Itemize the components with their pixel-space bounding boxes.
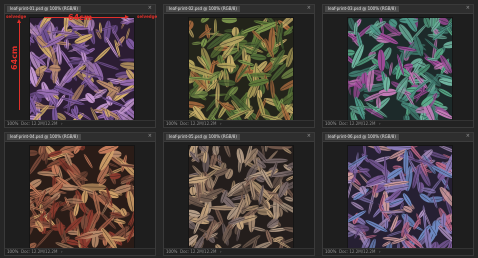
document-window-5[interactable]: leaf-print-05.psd @ 100% (RGB/8) × 100% … <box>163 132 315 256</box>
pattern-canvas-3[interactable] <box>347 17 453 123</box>
document-tab-3[interactable]: leaf-print-03.psd @ 100% (RGB/8) <box>325 6 399 12</box>
status-menu-icon[interactable]: › <box>220 249 222 255</box>
status-bar: 100% Doc: 12.2M/12.2M › <box>5 120 155 127</box>
document-window-1[interactable]: leaf-print-01.psd @ 100% (RGB/8) × 100% … <box>4 4 156 128</box>
zoom-level[interactable]: 100% <box>7 121 18 127</box>
zoom-level[interactable]: 100% <box>325 121 336 127</box>
document-info: Doc: 12.2M/12.2M <box>180 249 217 254</box>
document-info: Doc: 12.2M/12.2M <box>180 121 217 126</box>
tab-bar: leaf-print-03.psd @ 100% (RGB/8) × <box>323 5 473 14</box>
document-tab-6[interactable]: leaf-print-06.psd @ 100% (RGB/8) <box>325 134 399 140</box>
document-tab-1[interactable]: leaf-print-01.psd @ 100% (RGB/8) <box>7 6 81 12</box>
close-icon[interactable]: × <box>148 5 152 12</box>
pattern-canvas-5[interactable] <box>188 145 294 251</box>
document-info: Doc: 12.2M/12.2M <box>21 249 58 254</box>
leaf-pattern-image <box>30 18 134 122</box>
tab-bar: leaf-print-04.psd @ 100% (RGB/8) × <box>5 133 155 142</box>
leaf-pattern-image <box>348 18 452 122</box>
status-bar: 100% Doc: 12.2M/12.2M › <box>323 120 473 127</box>
document-window-4[interactable]: leaf-print-04.psd @ 100% (RGB/8) × 100% … <box>4 132 156 256</box>
pattern-canvas-1[interactable] <box>29 17 135 123</box>
document-tab-4[interactable]: leaf-print-04.psd @ 100% (RGB/8) <box>7 134 81 140</box>
zoom-level[interactable]: 100% <box>166 249 177 255</box>
status-menu-icon[interactable]: › <box>61 249 63 255</box>
pattern-canvas-4[interactable] <box>29 145 135 251</box>
height-arrow <box>17 19 21 110</box>
leaf-pattern-image <box>348 146 452 250</box>
tab-bar: leaf-print-05.psd @ 100% (RGB/8) × <box>164 133 314 142</box>
tab-bar: leaf-print-06.psd @ 100% (RGB/8) × <box>323 133 473 142</box>
close-icon[interactable]: × <box>307 5 311 12</box>
status-bar: 100% Doc: 12.2M/12.2M › <box>164 248 314 255</box>
width-dimension-label: 64cm <box>68 13 93 22</box>
status-bar: 100% Doc: 12.2M/12.2M › <box>5 248 155 255</box>
document-window-3[interactable]: leaf-print-03.psd @ 100% (RGB/8) × 100% … <box>322 4 474 128</box>
selvedge-left-label: selvedge <box>6 14 27 19</box>
leaf-pattern-image <box>189 146 293 250</box>
document-info: Doc: 12.2M/12.2M <box>339 249 376 254</box>
status-menu-icon[interactable]: › <box>61 121 63 127</box>
document-info: Doc: 12.2M/12.2M <box>339 121 376 126</box>
document-window-6[interactable]: leaf-print-06.psd @ 100% (RGB/8) × 100% … <box>322 132 474 256</box>
leaf-pattern-image <box>30 146 134 250</box>
status-menu-icon[interactable]: › <box>220 121 222 127</box>
status-bar: 100% Doc: 12.2M/12.2M › <box>164 120 314 127</box>
document-tab-5[interactable]: leaf-print-05.psd @ 100% (RGB/8) <box>166 134 240 140</box>
zoom-level[interactable]: 100% <box>7 249 18 255</box>
pattern-canvas-2[interactable] <box>188 17 294 123</box>
document-window-2[interactable]: leaf-print-02.psd @ 100% (RGB/8) × 100% … <box>163 4 315 128</box>
status-bar: 100% Doc: 12.2M/12.2M › <box>323 248 473 255</box>
zoom-level[interactable]: 100% <box>166 121 177 127</box>
close-icon[interactable]: × <box>148 133 152 140</box>
selvedge-right-label: selvedge <box>137 14 158 19</box>
zoom-level[interactable]: 100% <box>325 249 336 255</box>
status-menu-icon[interactable]: › <box>379 249 381 255</box>
close-icon[interactable]: × <box>307 133 311 140</box>
close-icon[interactable]: × <box>466 133 470 140</box>
status-menu-icon[interactable]: › <box>379 121 381 127</box>
height-dimension-label: 64cm <box>10 45 19 70</box>
pattern-canvas-6[interactable] <box>347 145 453 251</box>
document-tab-2[interactable]: leaf-print-02.psd @ 100% (RGB/8) <box>166 6 240 12</box>
tab-bar: leaf-print-02.psd @ 100% (RGB/8) × <box>164 5 314 14</box>
document-info: Doc: 12.2M/12.2M <box>21 121 58 126</box>
leaf-pattern-image <box>189 18 293 122</box>
close-icon[interactable]: × <box>466 5 470 12</box>
